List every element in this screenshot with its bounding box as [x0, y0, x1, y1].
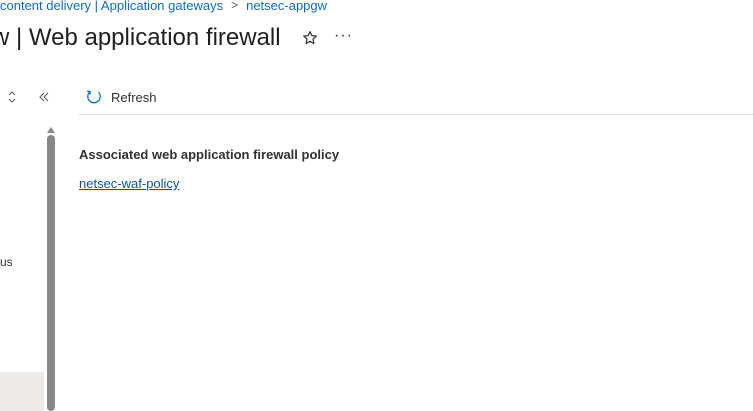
- breadcrumb: content delivery | Application gateways …: [0, 0, 327, 14]
- scroll-up-icon[interactable]: [46, 121, 56, 133]
- breadcrumb-netsec-appgw[interactable]: netsec-appgw: [246, 0, 327, 13]
- refresh-label: Refresh: [111, 89, 157, 105]
- breadcrumb-application-gateways[interactable]: content delivery | Application gateways: [0, 0, 223, 13]
- menu-item-selected[interactable]: [0, 372, 44, 411]
- sort-icon[interactable]: [7, 90, 17, 104]
- waf-policy-link[interactable]: netsec-waf-policy: [79, 175, 179, 193]
- main-content: Associated web application firewall poli…: [79, 146, 339, 193]
- more-options-button[interactable]: ···: [334, 26, 353, 46]
- page-title: w | Web application firewall: [0, 24, 281, 51]
- star-icon[interactable]: [302, 30, 318, 46]
- collapse-menu-icon[interactable]: [37, 90, 51, 104]
- menu-scrollbar-thumb[interactable]: [47, 135, 55, 411]
- refresh-button[interactable]: Refresh: [85, 86, 157, 108]
- breadcrumb-separator: >: [231, 0, 239, 12]
- resource-menu: us: [0, 80, 58, 411]
- menu-item-partial-label[interactable]: us: [0, 255, 13, 269]
- section-heading: Associated web application firewall poli…: [79, 147, 340, 162]
- command-bar: Refresh: [79, 80, 753, 115]
- refresh-icon: [87, 90, 101, 104]
